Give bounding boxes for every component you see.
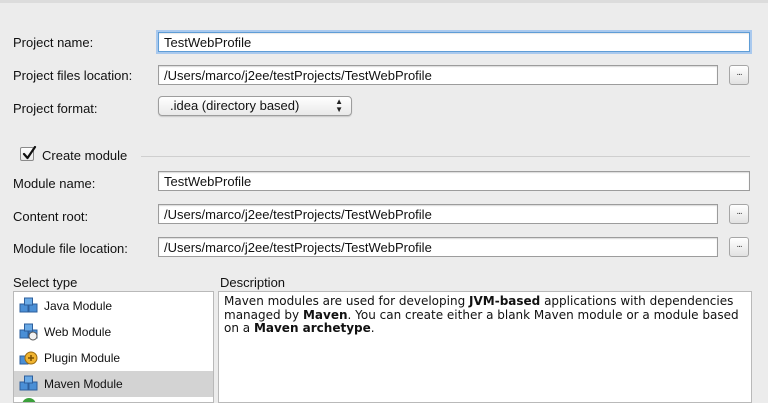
module-type-label: Plugin Module: [44, 351, 121, 365]
java-module-icon: [19, 297, 38, 313]
description-part: .: [370, 321, 375, 335]
create-module-checkbox[interactable]: [20, 146, 37, 161]
plugin-module-icon: [19, 351, 38, 365]
content-root-browse-button[interactable]: ...: [729, 204, 749, 224]
top-border: [0, 0, 768, 3]
module-name-input[interactable]: [158, 171, 750, 191]
module-type-label: Web Module: [44, 325, 112, 339]
description-part-bold: Maven archetype: [253, 321, 371, 335]
project-name-input[interactable]: [158, 32, 750, 52]
project-files-location-input[interactable]: [158, 65, 718, 85]
maven-module-icon: [19, 375, 38, 391]
module-type-list[interactable]: Java Module Web Module Plugin Module Mav…: [13, 291, 214, 403]
module-type-plugin[interactable]: Plugin Module: [14, 345, 213, 371]
description-part-bold: Maven: [302, 307, 348, 322]
content-root-label: Content root:: [13, 209, 89, 224]
description-heading: Description: [220, 275, 286, 290]
web-module-icon: [19, 323, 38, 341]
project-format-value: .idea (directory based): [170, 98, 300, 113]
new-project-dialog: Project name: Project files location: ..…: [0, 0, 768, 403]
project-format-select[interactable]: .idea (directory based) ▲ ▼: [158, 96, 352, 116]
project-location-browse-button[interactable]: ...: [729, 65, 749, 85]
create-module-separator: [141, 156, 750, 157]
project-name-label: Project name:: [13, 35, 94, 50]
checkmark-icon: [22, 146, 37, 160]
next-item-icon-partial: [22, 398, 36, 402]
content-root-input[interactable]: [158, 204, 718, 224]
module-file-location-label: Module file location:: [13, 241, 128, 256]
module-type-label: Java Module: [44, 299, 113, 313]
module-type-maven[interactable]: Maven Module: [14, 371, 213, 397]
select-type-heading: Select type: [13, 275, 78, 290]
project-files-location-label: Project files location:: [13, 68, 133, 83]
module-file-location-browse-button[interactable]: ...: [729, 237, 749, 257]
module-type-label: Maven Module: [44, 377, 123, 391]
description-part: Maven modules are used for developing: [224, 294, 470, 308]
select-arrows-icon: ▲ ▼: [335, 97, 343, 114]
module-type-web[interactable]: Web Module: [14, 319, 213, 345]
description-panel: Maven modules are used for developing JV…: [218, 291, 752, 403]
description-part-bold: JVM-based: [469, 294, 541, 308]
project-format-label: Project format:: [13, 101, 98, 116]
module-name-label: Module name:: [13, 176, 96, 191]
create-module-label[interactable]: Create module: [42, 148, 127, 163]
module-type-java[interactable]: Java Module: [14, 293, 213, 319]
module-file-location-input[interactable]: [158, 237, 718, 257]
